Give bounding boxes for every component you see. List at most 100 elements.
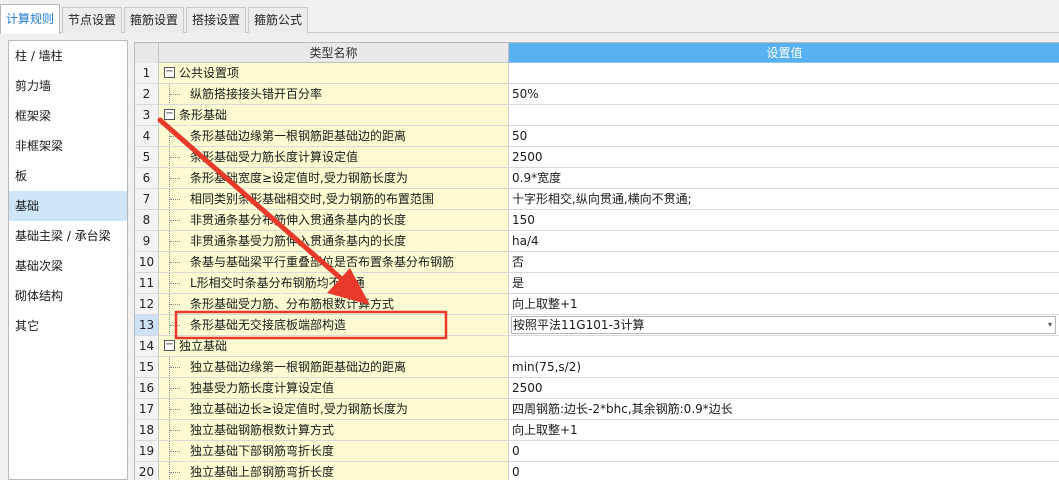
group-label: 独立基础 bbox=[179, 339, 228, 353]
table-row[interactable]: 9 非贯通条基受力筋伸入贯通条基内的长度 ha/4 bbox=[135, 231, 1059, 252]
group-row[interactable]: 3− 条形基础 bbox=[135, 105, 1059, 126]
tab-stirrup-settings[interactable]: 箍筋设置 bbox=[124, 7, 184, 33]
sidebar-item-slab[interactable]: 板 bbox=[9, 161, 127, 191]
collapse-toggle-icon[interactable]: − bbox=[164, 67, 175, 78]
group-row[interactable]: 14− 独立基础 bbox=[135, 336, 1059, 357]
row-number: 18 bbox=[135, 420, 159, 441]
table-row[interactable]: 16 独基受力筋长度计算设定值 2500 bbox=[135, 378, 1059, 399]
value-cell[interactable]: 0.9*宽度 bbox=[509, 168, 1059, 189]
table-row[interactable]: 11 L形相交时条基分布钢筋均不贯通 是 bbox=[135, 273, 1059, 294]
tab-stirrup-formula[interactable]: 箍筋公式 bbox=[248, 7, 308, 33]
type-name-cell: 条形基础受力筋长度计算设定值 bbox=[159, 147, 509, 168]
sidebar-item-foundation-main-beam[interactable]: 基础主梁 / 承台梁 bbox=[9, 221, 127, 251]
sidebar-item-shear-wall[interactable]: 剪力墙 bbox=[9, 71, 127, 101]
value-cell[interactable]: 50 bbox=[509, 126, 1059, 147]
table-row[interactable]: 2 纵筋搭接接头错开百分率 50% bbox=[135, 84, 1059, 105]
type-name-cell: − 公共设置项 bbox=[159, 63, 509, 84]
value-cell[interactable]: 是 bbox=[509, 273, 1059, 294]
row-number: 15 bbox=[135, 357, 159, 378]
sidebar-item-foundation-secondary-beam[interactable]: 基础次梁 bbox=[9, 251, 127, 281]
type-name-cell: 独立基础上部钢筋弯折长度 bbox=[159, 462, 509, 480]
sidebar-item-non-frame-beam[interactable]: 非框架梁 bbox=[9, 131, 127, 161]
setting-label: 条形基础无交接底板端部构造 bbox=[190, 318, 347, 332]
row-number: 5 bbox=[135, 147, 159, 168]
value-cell[interactable]: 四周钢筋:边长-2*bhc,其余钢筋:0.9*边长 bbox=[509, 399, 1059, 420]
value-cell bbox=[509, 63, 1059, 84]
value-cell[interactable]: 向上取整+1 bbox=[509, 420, 1059, 441]
tab-calc-rules[interactable]: 计算规则 bbox=[0, 4, 60, 34]
type-name-cell: 独立基础钢筋根数计算方式 bbox=[159, 420, 509, 441]
table-row[interactable]: 13 条形基础无交接底板端部构造 按照平法11G101-3计算 ▾ bbox=[135, 315, 1059, 336]
row-number: 7 bbox=[135, 189, 159, 210]
tab-lap-settings[interactable]: 搭接设置 bbox=[186, 7, 246, 33]
row-number: 4 bbox=[135, 126, 159, 147]
table-row[interactable]: 5 条形基础受力筋长度计算设定值 2500 bbox=[135, 147, 1059, 168]
sidebar-item-foundation[interactable]: 基础 bbox=[9, 191, 127, 221]
setting-label: 独立基础下部钢筋弯折长度 bbox=[190, 444, 335, 458]
tree-line bbox=[170, 241, 180, 242]
tree-line bbox=[169, 462, 170, 480]
value-cell[interactable]: 50% bbox=[509, 84, 1059, 105]
group-label: 条形基础 bbox=[179, 108, 228, 122]
tree-line bbox=[170, 430, 180, 431]
setting-value-header: 设置值 bbox=[509, 43, 1059, 63]
value-cell[interactable]: 150 bbox=[509, 210, 1059, 231]
table-row[interactable]: 10 条基与基础梁平行重叠部位是否布置条基分布钢筋 否 bbox=[135, 252, 1059, 273]
type-name-cell: 纵筋搭接接头错开百分率 bbox=[159, 84, 509, 105]
table-row[interactable]: 17 独立基础边长≥设定值时,受力钢筋长度为 四周钢筋:边长-2*bhc,其余钢筋:… bbox=[135, 399, 1059, 420]
setting-label: 纵筋搭接接头错开百分率 bbox=[190, 87, 323, 101]
value-cell[interactable]: 2500 bbox=[509, 378, 1059, 399]
collapse-toggle-icon[interactable]: − bbox=[164, 340, 175, 351]
table-row[interactable]: 6 条形基础宽度≥设定值时,受力钢筋长度为 0.9*宽度 bbox=[135, 168, 1059, 189]
row-number: 8 bbox=[135, 210, 159, 231]
row-number: 6 bbox=[135, 168, 159, 189]
table-row[interactable]: 8 非贯通条基分布筋伸入贯通条基内的长度 150 bbox=[135, 210, 1059, 231]
value-cell[interactable]: 十字形相交,纵向贯通,横向不贯通; bbox=[509, 189, 1059, 210]
value-cell[interactable]: 否 bbox=[509, 252, 1059, 273]
sidebar-item-other[interactable]: 其它 bbox=[9, 311, 127, 341]
chevron-down-icon[interactable]: ▾ bbox=[1048, 317, 1052, 333]
table-row[interactable]: 18 独立基础钢筋根数计算方式 向上取整+1 bbox=[135, 420, 1059, 441]
row-number: 14 bbox=[135, 336, 159, 357]
type-name-cell: 相同类别条形基础相交时,受力钢筋的布置范围 bbox=[159, 189, 509, 210]
value-dropdown[interactable]: 按照平法11G101-3计算 ▾ bbox=[511, 316, 1056, 334]
row-number: 13 bbox=[135, 315, 159, 336]
type-name-cell: 条形基础无交接底板端部构造 bbox=[159, 315, 509, 336]
value-dropdown-cell[interactable]: 按照平法11G101-3计算 ▾ bbox=[509, 315, 1059, 336]
tree-line bbox=[170, 199, 180, 200]
sidebar-item-frame-beam[interactable]: 框架梁 bbox=[9, 101, 127, 131]
row-number: 17 bbox=[135, 399, 159, 420]
value-cell[interactable]: 0 bbox=[509, 462, 1059, 480]
collapse-toggle-icon[interactable]: − bbox=[164, 109, 175, 120]
table-row[interactable]: 4 条形基础边缘第一根钢筋距基础边的距离 50 bbox=[135, 126, 1059, 147]
type-name-cell: 独立基础边缘第一根钢筋距基础边的距离 bbox=[159, 357, 509, 378]
sidebar-item-column[interactable]: 柱 / 墙柱 bbox=[9, 41, 127, 71]
value-cell[interactable]: 向上取整+1 bbox=[509, 294, 1059, 315]
type-name-cell: − 独立基础 bbox=[159, 336, 509, 357]
category-sidebar: 柱 / 墙柱 剪力墙 框架梁 非框架梁 板 基础 基础主梁 / 承台梁 基础次梁… bbox=[8, 40, 128, 480]
table-row[interactable]: 20 独立基础上部钢筋弯折长度 0 bbox=[135, 462, 1059, 480]
table-row[interactable]: 12 条形基础受力筋、分布筋根数计算方式 向上取整+1 bbox=[135, 294, 1059, 315]
settings-grid: 类型名称 设置值 1− 公共设置项 2 纵筋搭接接头错开百分率 50% 3− 条形基础 4 条形… bbox=[134, 42, 1059, 480]
table-row[interactable]: 19 独立基础下部钢筋弯折长度 0 bbox=[135, 441, 1059, 462]
row-number: 10 bbox=[135, 252, 159, 273]
value-cell[interactable]: min(75,s/2) bbox=[509, 357, 1059, 378]
tree-line bbox=[170, 472, 180, 473]
row-number: 3 bbox=[135, 105, 159, 126]
setting-label: 独立基础钢筋根数计算方式 bbox=[190, 423, 335, 437]
tree-line bbox=[170, 283, 180, 284]
value-cell[interactable]: ha/4 bbox=[509, 231, 1059, 252]
setting-label: 条基与基础梁平行重叠部位是否布置条基分布钢筋 bbox=[190, 255, 455, 269]
tab-node-settings[interactable]: 节点设置 bbox=[62, 7, 122, 33]
type-name-cell: − 条形基础 bbox=[159, 105, 509, 126]
group-row[interactable]: 1− 公共设置项 bbox=[135, 63, 1059, 84]
type-name-cell: 条形基础受力筋、分布筋根数计算方式 bbox=[159, 294, 509, 315]
table-row[interactable]: 15 独立基础边缘第一根钢筋距基础边的距离 min(75,s/2) bbox=[135, 357, 1059, 378]
setting-label: 非贯通条基分布筋伸入贯通条基内的长度 bbox=[190, 213, 407, 227]
setting-label: L形相交时条基分布钢筋均不贯通 bbox=[190, 276, 365, 290]
value-cell[interactable]: 0 bbox=[509, 441, 1059, 462]
sidebar-item-masonry[interactable]: 砌体结构 bbox=[9, 281, 127, 311]
setting-label: 独立基础边长≥设定值时,受力钢筋长度为 bbox=[190, 402, 408, 416]
value-cell[interactable]: 2500 bbox=[509, 147, 1059, 168]
table-row[interactable]: 7 相同类别条形基础相交时,受力钢筋的布置范围 十字形相交,纵向贯通,横向不贯通; bbox=[135, 189, 1059, 210]
